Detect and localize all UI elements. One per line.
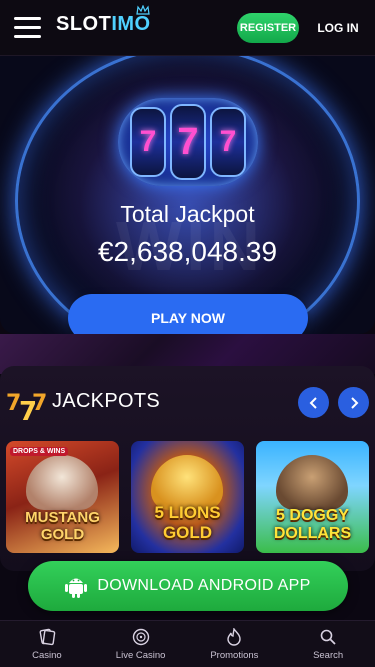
flame-icon [227,627,242,646]
search-icon [320,629,336,645]
nav-label: Search [313,649,344,661]
nav-label: Live Casino [115,649,166,661]
game-title: 5 LIONS GOLD [154,503,221,542]
chevron-left-icon [309,396,317,409]
nav-label: Casino [32,649,62,661]
game-tile-mustang-gold[interactable]: DROPS & WINS MUSTANG GOLD [6,441,119,553]
play-now-button[interactable]: PLAY NOW [68,294,308,334]
total-jackpot-title: Total Jackpot [120,201,255,227]
game-artwork [276,455,348,510]
cards-icon [39,628,56,645]
logo-text-slot: SLOT [56,13,112,35]
top-header: SLOT IMO REGISTER LOG IN [0,0,375,56]
nav-label: Promotions [210,649,259,661]
svg-text:7: 7 [32,391,46,416]
jackpots-heading: JACKPOTS [52,390,160,412]
download-android-app-button[interactable]: DOWNLOAD ANDROID APP [28,561,348,611]
logo-text-imo: IMO [111,13,151,35]
total-jackpot-amount: €2,638,048.39 [97,236,278,267]
nav-item-casino[interactable]: Casino [0,621,94,667]
android-icon [65,578,88,598]
reel-middle: 7 [170,104,206,180]
menu-icon[interactable] [14,17,41,39]
jackpot-hero-banner: 7 7 7 WIN Total Jackpot €2,638,048.39 PL… [0,56,375,334]
bottom-navigation: Casino Live Casino Promotions Search [0,620,375,667]
slot-reels-graphic: 7 7 7 [118,98,258,186]
crown-icon [136,5,150,15]
roulette-icon [132,628,149,645]
download-label: DOWNLOAD ANDROID APP [97,577,311,594]
triple-seven-icon: 7 7 7 [6,391,46,422]
carousel-prev-button[interactable] [298,387,329,418]
site-logo[interactable]: SLOT IMO [56,5,151,36]
page: SLOT IMO REGISTER LOG IN 7 7 7 WIN Total … [0,0,375,667]
game-artwork [151,455,223,510]
login-button[interactable]: LOG IN [310,13,366,43]
jackpot-games-carousel: DROPS & WINS MUSTANG GOLD 5 LIONS GOLD 5… [6,441,369,553]
register-button[interactable]: REGISTER [237,13,299,43]
game-tile-5-doggy-dollars[interactable]: 5 DOGGY DOLLARS [256,441,369,553]
game-artwork [26,455,98,510]
nav-item-promotions[interactable]: Promotions [188,621,282,667]
nav-item-search[interactable]: Search [281,621,375,667]
game-tile-5-lions-gold[interactable]: 5 LIONS GOLD [131,441,244,553]
game-title: 5 DOGGY DOLLARS [273,507,352,542]
chevron-right-icon [350,396,358,409]
drops-wins-badge: DROPS & WINS [10,447,69,456]
reel-left: 7 [130,107,166,177]
carousel-next-button[interactable] [338,387,369,418]
nav-item-live-casino[interactable]: Live Casino [94,621,188,667]
game-title: MUSTANG GOLD [25,509,100,543]
jackpots-section: 7 7 7 JACKPOTS DROPS & WINS MUSTANG GOLD… [0,366,375,571]
reel-right: 7 [210,107,246,177]
